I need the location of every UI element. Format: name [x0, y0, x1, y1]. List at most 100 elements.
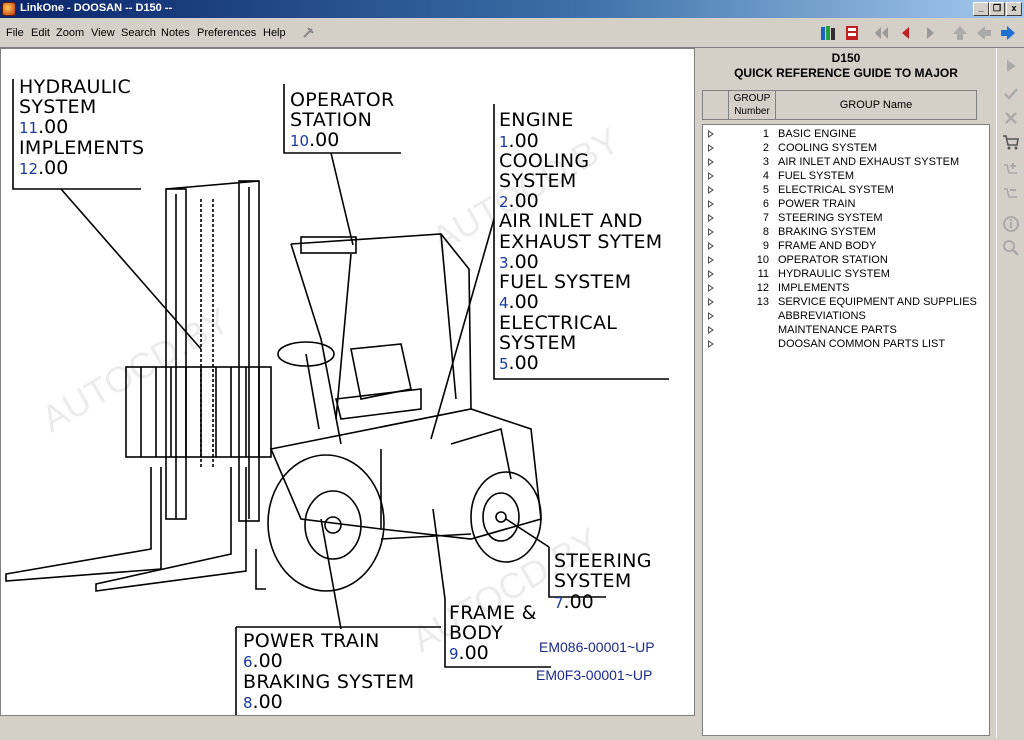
powertrain-code-number[interactable]: 6	[243, 653, 253, 671]
list-item[interactable]: 6 POWER TRAIN	[703, 197, 989, 211]
cart-icon[interactable]	[1001, 132, 1021, 152]
list-item[interactable]: 1 BASIC ENGINE	[703, 127, 989, 141]
airinlet-code-suffix[interactable]: .00	[509, 251, 539, 273]
frame-code-number[interactable]: 9	[449, 645, 459, 663]
first-page-icon[interactable]	[872, 23, 892, 43]
fuel-code-suffix[interactable]: .00	[509, 291, 539, 313]
check-icon[interactable]	[1001, 84, 1021, 104]
operator-code-suffix[interactable]: .00	[309, 129, 339, 151]
operator-label-line2[interactable]: STATION	[290, 110, 372, 130]
frame-code[interactable]: 9.00	[449, 643, 489, 664]
forward-icon[interactable]	[998, 23, 1018, 43]
powertrain-label[interactable]: POWER TRAIN	[243, 631, 380, 651]
close-icon[interactable]	[1001, 108, 1021, 128]
play-icon[interactable]	[1001, 56, 1021, 76]
powertrain-code[interactable]: 6.00	[243, 651, 283, 672]
menu-notes[interactable]: Notes	[161, 27, 190, 39]
menu-zoom[interactable]: Zoom	[56, 27, 84, 39]
cooling-label[interactable]: COOLING	[499, 151, 589, 171]
restore-button[interactable]: ❐	[989, 2, 1005, 16]
cart-remove-icon[interactable]	[1001, 184, 1021, 204]
braking-code-number[interactable]: 8	[243, 694, 253, 712]
expand-arrow-icon[interactable]	[708, 340, 714, 348]
illustration-panel[interactable]: AUTOCD.BY AUTOCD.BY AUTOCD.BY HYDRAULIC …	[0, 48, 695, 716]
expand-arrow-icon[interactable]	[708, 186, 714, 194]
expand-arrow-icon[interactable]	[708, 270, 714, 278]
fuel-label[interactable]: FUEL SYSTEM	[499, 272, 632, 292]
hydraulic-label[interactable]: HYDRAULIC	[19, 77, 131, 97]
expand-arrow-icon[interactable]	[708, 144, 714, 152]
electrical-code-suffix[interactable]: .00	[509, 352, 539, 374]
up-icon[interactable]	[950, 23, 970, 43]
electrical-code-number[interactable]: 5	[499, 355, 509, 373]
list-item[interactable]: 2 COOLING SYSTEM	[703, 141, 989, 155]
zoom-icon[interactable]	[1001, 238, 1021, 258]
list-item[interactable]: MAINTENANCE PARTS	[703, 323, 989, 337]
operator-code[interactable]: 10.00	[290, 130, 339, 151]
expand-arrow-icon[interactable]	[708, 228, 714, 236]
electrical-label-line2[interactable]: SYSTEM	[499, 333, 577, 353]
expand-arrow-icon[interactable]	[708, 326, 714, 334]
airinlet-code[interactable]: 3.00	[499, 252, 539, 273]
braking-code-suffix[interactable]: .00	[253, 691, 283, 713]
expand-arrow-icon[interactable]	[708, 172, 714, 180]
menu-edit[interactable]: Edit	[31, 27, 50, 39]
frame-label[interactable]: FRAME &	[449, 603, 537, 623]
close-button[interactable]: x	[1006, 2, 1022, 16]
hydraulic-code-number[interactable]: 11	[19, 119, 38, 137]
list-item[interactable]: 4 FUEL SYSTEM	[703, 169, 989, 183]
steering-code-number[interactable]: 7	[554, 594, 564, 612]
expand-arrow-icon[interactable]	[708, 312, 714, 320]
previous-icon[interactable]	[896, 23, 916, 43]
column-group-number[interactable]: GROUP Number	[728, 91, 776, 119]
list-item[interactable]: 13 SERVICE EQUIPMENT AND SUPPLIES	[703, 295, 989, 309]
expand-arrow-icon[interactable]	[708, 214, 714, 222]
list-item[interactable]: 10 OPERATOR STATION	[703, 253, 989, 267]
steering-code-suffix[interactable]: .00	[564, 591, 594, 613]
list-item[interactable]: 3 AIR INLET AND EXHAUST SYSTEM	[703, 155, 989, 169]
expand-arrow-icon[interactable]	[708, 200, 714, 208]
implements-label[interactable]: IMPLEMENTS	[19, 138, 144, 158]
expand-arrow-icon[interactable]	[708, 298, 714, 306]
hydraulic-code[interactable]: 11.00	[19, 117, 68, 138]
list-item[interactable]: ABBREVIATIONS	[703, 309, 989, 323]
expand-arrow-icon[interactable]	[708, 158, 714, 166]
expand-arrow-icon[interactable]	[708, 284, 714, 292]
engine-code-number[interactable]: 1	[499, 133, 509, 151]
cooling-label-line2[interactable]: SYSTEM	[499, 171, 577, 191]
hydraulic-code-suffix[interactable]: .00	[38, 116, 68, 138]
expand-arrow-icon[interactable]	[708, 256, 714, 264]
engine-code-suffix[interactable]: .00	[509, 130, 539, 152]
expand-arrow-icon[interactable]	[708, 242, 714, 250]
cooling-code-suffix[interactable]: .00	[509, 190, 539, 212]
list-item[interactable]: 7 STEERING SYSTEM	[703, 211, 989, 225]
list-item[interactable]: 8 BRAKING SYSTEM	[703, 225, 989, 239]
pin-icon[interactable]	[298, 23, 318, 43]
next-icon[interactable]	[920, 23, 940, 43]
engine-label[interactable]: ENGINE	[499, 110, 574, 130]
books-icon[interactable]	[818, 23, 838, 43]
list-item[interactable]: 12 IMPLEMENTS	[703, 281, 989, 295]
menu-search[interactable]: Search	[121, 27, 156, 39]
implements-code[interactable]: 12.00	[19, 158, 68, 179]
operator-label[interactable]: OPERATOR	[290, 90, 395, 110]
bookmark-icon[interactable]	[842, 23, 862, 43]
list-item[interactable]: DOOSAN COMMON PARTS LIST	[703, 337, 989, 351]
list-item[interactable]: 11 HYDRAULIC SYSTEM	[703, 267, 989, 281]
steering-code[interactable]: 7.00	[554, 592, 594, 613]
powertrain-code-suffix[interactable]: .00	[253, 650, 283, 672]
list-item[interactable]: 9 FRAME AND BODY	[703, 239, 989, 253]
expand-arrow-icon[interactable]	[708, 130, 714, 138]
fuel-code[interactable]: 4.00	[499, 292, 539, 313]
menu-help[interactable]: Help	[263, 27, 286, 39]
hydraulic-label-line2[interactable]: SYSTEM	[19, 97, 97, 117]
cart-add-icon[interactable]	[1001, 160, 1021, 180]
frame-code-suffix[interactable]: .00	[459, 642, 489, 664]
minimize-button[interactable]: _	[973, 2, 989, 16]
menu-file[interactable]: File	[6, 27, 24, 39]
airinlet-label[interactable]: AIR INLET AND	[499, 211, 643, 231]
braking-code[interactable]: 8.00	[243, 692, 283, 713]
back-icon[interactable]	[974, 23, 994, 43]
airinlet-code-number[interactable]: 3	[499, 254, 509, 272]
steering-label[interactable]: STEERING	[554, 551, 652, 571]
